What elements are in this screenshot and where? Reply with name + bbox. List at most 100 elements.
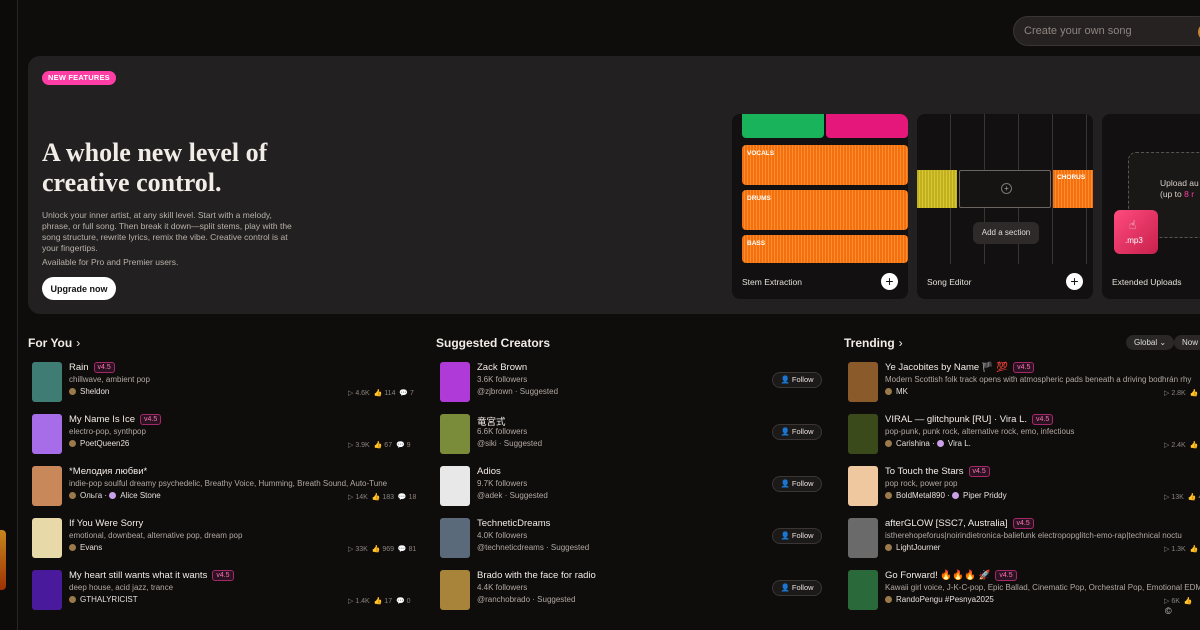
add-user-icon: 👤	[780, 427, 790, 436]
follow-button[interactable]: 👤 Follow	[772, 528, 822, 544]
song-title[interactable]: Ye Jacobites by Name 🏴 💯 v4.5	[885, 362, 1035, 373]
song-artist[interactable]: Sheldon	[69, 387, 109, 396]
copyright-mark: ©	[1165, 606, 1172, 616]
version-badge: v4.5	[995, 570, 1017, 581]
song-title[interactable]: My Name Is Ice v4.5	[69, 414, 162, 425]
creator-avatar[interactable]	[440, 362, 470, 402]
song-cover[interactable]	[32, 466, 62, 506]
song-row[interactable]: My heart still wants what it wants v4.5 de…	[32, 570, 422, 614]
song-artist[interactable]: Evans	[69, 543, 102, 552]
stem-vocals: VOCALS	[742, 145, 908, 185]
version-badge: v4.5	[1012, 518, 1034, 529]
create-song-input[interactable]	[1024, 25, 1194, 37]
creator-row[interactable]: Adios 9.7K followers @adek · Suggested 👤 Fo…	[440, 466, 830, 510]
new-features-badge: NEW FEATURES	[42, 71, 116, 85]
region-filter-dropdown[interactable]: Global ⌄	[1126, 335, 1175, 350]
creator-name[interactable]: TechneticDreams	[477, 518, 550, 529]
song-artist[interactable]: Ольга · Alice Stone	[69, 491, 161, 500]
song-tags: istherehopeforus|noirindietronica-balief…	[885, 531, 1182, 540]
creator-row[interactable]: Brado with the face for radio 4.4K follow…	[440, 570, 830, 614]
song-row[interactable]: My Name Is Ice v4.5 electro-pop, synthpop P…	[32, 414, 422, 458]
creator-name[interactable]: Adios	[477, 466, 501, 477]
song-title[interactable]: Go Forward! 🔥🔥🔥 🚀 v4.5	[885, 570, 1017, 581]
rail-indicator	[0, 530, 6, 590]
creator-handle: @techneticdreams · Suggested	[477, 543, 590, 552]
song-row[interactable]: If You Were Sorry emotional, downbeat, al…	[32, 518, 422, 562]
song-cover[interactable]	[848, 466, 878, 506]
song-cover[interactable]	[32, 362, 62, 402]
song-row[interactable]: To Touch the Stars v4.5 pop rock, power po…	[848, 466, 1200, 510]
song-row[interactable]: Go Forward! 🔥🔥🔥 🚀 v4.5 Kawaii girl voice, …	[848, 570, 1200, 614]
song-cover[interactable]	[32, 518, 62, 558]
version-badge: v4.5	[968, 466, 990, 477]
song-cover[interactable]	[32, 414, 62, 454]
song-cover[interactable]	[848, 570, 878, 610]
artist-avatar	[69, 596, 76, 603]
song-row[interactable]: afterGLOW [SSC7, Australia] v4.5 isthereho…	[848, 518, 1200, 562]
extended-uploads-card[interactable]: Upload au (up to 8 r ☝ .mp3 Extended Uploa…	[1102, 114, 1200, 299]
trending-heading[interactable]: Trending ›	[844, 336, 903, 350]
song-artist[interactable]: PoetQueen26	[69, 439, 129, 448]
create-song-search[interactable]	[1013, 16, 1200, 46]
follow-button[interactable]: 👤 Follow	[772, 476, 822, 492]
creator-avatar[interactable]	[440, 414, 470, 454]
empty-section-slot[interactable]: +	[959, 170, 1051, 208]
stem-drums: DRUMS	[742, 190, 908, 230]
artist-avatar	[69, 544, 76, 551]
song-title[interactable]: My heart still wants what it wants v4.5	[69, 570, 234, 581]
song-artist[interactable]: BoldMetal890 · Piper Priddy	[885, 491, 1007, 500]
cursor-hand-icon: ☝	[1129, 218, 1137, 232]
follow-button[interactable]: 👤 Follow	[772, 372, 822, 388]
stem-bass: BASS	[742, 235, 908, 263]
creator-avatar[interactable]	[440, 466, 470, 506]
song-title[interactable]: *Мелодия любви*	[69, 466, 147, 477]
song-stats: ▷ 2.8K 👍 7	[1164, 390, 1200, 397]
plus-icon[interactable]: +	[1066, 273, 1083, 290]
creator-avatar[interactable]	[440, 570, 470, 610]
song-cover[interactable]	[32, 570, 62, 610]
song-row[interactable]: Rain v4.5 chillwave, ambient pop Sheldon ▷ 4…	[32, 362, 422, 406]
time-filter-button[interactable]: Now	[1174, 335, 1200, 350]
song-artist[interactable]: RandoPengu #Pesnya2025	[885, 595, 994, 604]
song-title[interactable]: To Touch the Stars v4.5	[885, 466, 990, 477]
artist-avatar	[69, 492, 76, 499]
song-row[interactable]: VIRAL — glitchpunk [RU] · Vira L. v4.5 pop…	[848, 414, 1200, 458]
song-artist[interactable]: Carishina · Vira L.	[885, 439, 971, 448]
song-tags: Kawaii girl voice, J-K-C-pop, Epic Balla…	[885, 583, 1200, 592]
hero-availability: Available for Pro and Premier users.	[42, 257, 179, 267]
song-stats: ▷ 14K 👍 183 💬 18	[348, 494, 417, 501]
song-title[interactable]: afterGLOW [SSC7, Australia] v4.5	[885, 518, 1034, 529]
song-row[interactable]: *Мелодия любви* indie-pop soulful dreamy …	[32, 466, 422, 510]
add-section-button[interactable]: Add a section	[973, 222, 1039, 244]
song-artist[interactable]: LightJourner	[885, 543, 940, 552]
song-tags: pop rock, power pop	[885, 479, 958, 488]
follow-button[interactable]: 👤 Follow	[772, 424, 822, 440]
creator-row[interactable]: 竜宮式 6.6K followers @siki · Suggested 👤 Foll…	[440, 414, 830, 458]
song-cover[interactable]	[848, 414, 878, 454]
creator-name[interactable]: 竜宮式	[477, 414, 506, 428]
plus-icon[interactable]: +	[881, 273, 898, 290]
song-artist[interactable]: GTHALYRICIST	[69, 595, 138, 604]
song-editor-card[interactable]: + CHORUS Add a section Song Editor +	[917, 114, 1093, 299]
song-title[interactable]: Rain v4.5	[69, 362, 115, 373]
creator-row[interactable]: TechneticDreams 4.0K followers @techneticd…	[440, 518, 830, 562]
song-row[interactable]: Ye Jacobites by Name 🏴 💯 v4.5 Modern Scott…	[848, 362, 1200, 406]
song-artist[interactable]: MK	[885, 387, 908, 396]
creator-handle: @siki · Suggested	[477, 439, 543, 448]
creator-avatar[interactable]	[440, 518, 470, 558]
stem-extraction-card[interactable]: VOCALS DRUMS BASS Stem Extraction +	[732, 114, 908, 299]
song-cover[interactable]	[848, 518, 878, 558]
song-title[interactable]: If You Were Sorry	[69, 518, 143, 529]
song-title[interactable]: VIRAL — glitchpunk [RU] · Vira L. v4.5	[885, 414, 1054, 425]
song-tags: emotional, downbeat, alternative pop, dr…	[69, 531, 243, 540]
for-you-heading[interactable]: For You ›	[28, 336, 80, 350]
song-cover[interactable]	[848, 362, 878, 402]
creator-name[interactable]: Brado with the face for radio	[477, 570, 596, 581]
add-user-icon: 👤	[780, 375, 790, 384]
upgrade-now-button[interactable]: Upgrade now	[42, 277, 116, 300]
version-badge: v4.5	[1013, 362, 1035, 373]
follow-button[interactable]: 👤 Follow	[772, 580, 822, 596]
creator-row[interactable]: Zack Brown 3.6K followers @zjbrown · Sugge…	[440, 362, 830, 406]
song-tags: chillwave, ambient pop	[69, 375, 150, 384]
creator-name[interactable]: Zack Brown	[477, 362, 527, 373]
